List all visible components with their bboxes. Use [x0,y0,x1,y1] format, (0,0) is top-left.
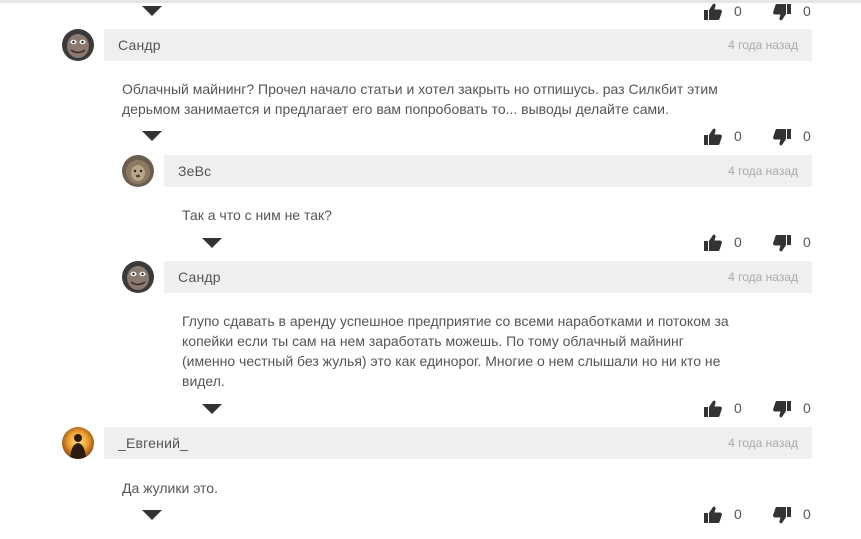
dislike-count: 0 [803,506,811,522]
troll-face-avatar[interactable] [122,261,154,293]
dislike-count: 0 [803,128,811,144]
comment-text: Облачный майнинг? Прочел начало статьи и… [122,81,718,117]
author-name[interactable]: ЗеВс [178,163,211,179]
dislike-icon[interactable] [772,399,792,419]
dislike-count: 0 [803,234,811,250]
comment-header: ЗеВс 4 года назад [164,155,812,187]
comment-date: 4 года назад [728,164,798,178]
dislike-icon[interactable] [772,2,792,22]
comment-date: 4 года назад [728,436,798,450]
vote-controls: 0 0 [703,2,823,22]
replies-toggle-arrow[interactable] [142,510,162,520]
vote-controls: 0 0 [703,127,823,147]
like-count: 0 [734,234,742,250]
replies-toggle-arrow[interactable] [202,238,222,248]
dislike-count: 0 [803,3,811,19]
comment-header: Сандр 4 года назад [164,261,812,293]
like-icon[interactable] [703,399,723,419]
dislike-icon[interactable] [772,127,792,147]
comment-date: 4 года назад [728,38,798,52]
author-name[interactable]: Сандр [118,37,161,53]
author-name[interactable]: Сандр [178,269,221,285]
comment-header: _Евгений_ 4 года назад [104,427,812,459]
like-icon[interactable] [703,233,723,253]
dislike-icon[interactable] [772,233,792,253]
comment-date: 4 года назад [728,270,798,284]
vote-controls: 0 0 [703,505,823,525]
vote-controls: 0 0 [703,399,823,419]
replies-toggle-arrow[interactable] [142,6,162,16]
lion-avatar[interactable] [122,155,154,187]
dislike-count: 0 [803,400,811,416]
like-icon[interactable] [703,127,723,147]
replies-toggle-arrow[interactable] [142,131,162,141]
like-count: 0 [734,3,742,19]
author-name[interactable]: _Евгений_ [118,435,188,451]
like-count: 0 [734,128,742,144]
like-icon[interactable] [703,505,723,525]
comment-text: Глупо сдавать в аренду успешное предприя… [182,313,729,389]
sunset-silhouette-avatar[interactable] [62,427,94,459]
vote-controls: 0 0 [703,233,823,253]
like-count: 0 [734,400,742,416]
comment-text: Да жулики это. [122,480,218,496]
like-icon[interactable] [703,2,723,22]
dislike-icon[interactable] [772,505,792,525]
like-count: 0 [734,506,742,522]
comment-header: Сандр 4 года назад [104,29,812,61]
troll-face-avatar[interactable] [62,29,94,61]
replies-toggle-arrow[interactable] [202,404,222,414]
comment-text: Так а что с ним не так? [182,207,332,223]
